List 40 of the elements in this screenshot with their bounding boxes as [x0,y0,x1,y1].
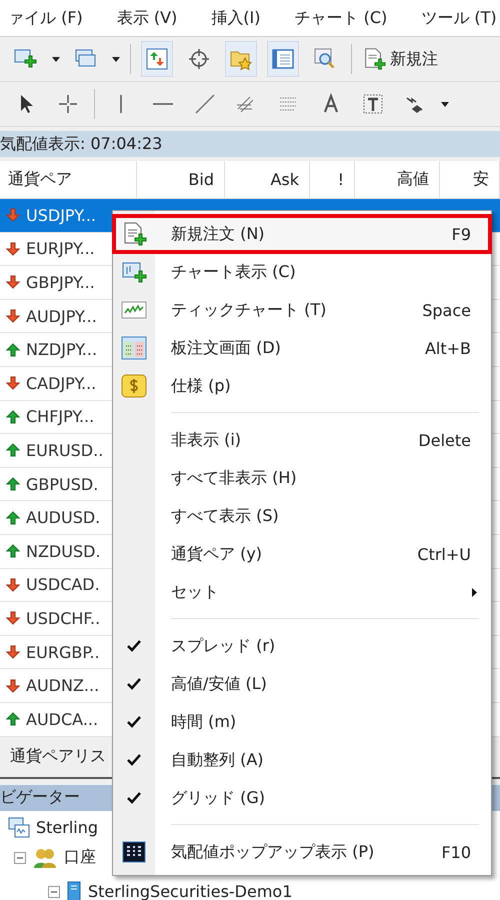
shortcut-text: Ctrl+U [417,544,471,564]
symbol-text: AUDJPY... [26,306,97,326]
symbol-text: USDCHF.. [26,608,100,628]
shortcut-text: Delete [418,430,471,450]
menu-label: セット [171,582,220,602]
symbol-text: EURGBP.. [26,642,100,662]
symbol-text: AUDCA... [26,710,98,729]
symbol-text: NZDJPY... [26,340,98,360]
menu-label: 新規注文 (N) [171,224,266,244]
symbol-text: CHFJPY... [26,407,94,426]
menu-label: 非表示 (i) [171,430,242,450]
symbol-text: GBPUSD. [26,474,98,494]
symbol-text: USDCAD. [26,575,100,594]
menu-label: スプレッド (r) [171,636,276,656]
menu-label: チャート表示 (C) [171,262,297,282]
menu-label: 自動整列 (A) [171,750,265,770]
menu-label: 時間 (m) [171,712,238,732]
symbol-text: NZDUSD. [26,542,101,561]
menu-label: 仕様 (p) [171,376,232,396]
symbol-text: EURJPY... [26,239,95,258]
panel-title: 気配値表示: 07:04:23 [0,134,162,154]
symbol-text: AUDNZ... [26,676,100,696]
shortcut-text: F9 [452,224,471,244]
menu-label: すべて非表示 (H) [171,468,298,488]
symbol-text: CADJPY... [26,374,96,393]
shortcut-text: Space [422,300,471,320]
menu-label: 板注文画面 (D) [171,338,282,358]
menu-label: 気配値ポップアップ表示 (P) [171,842,376,862]
menu-label: 通貨ペア (y) [171,544,264,564]
symbol-text: AUDUSD. [26,508,100,528]
panel-title: ビゲーター [0,787,80,808]
menu-label: すべて表示 (S) [171,506,280,526]
menu-label: グリッド (G) [171,788,266,808]
symbol-text: EURUSD.. [26,440,104,460]
shortcut-text: F10 [441,842,471,862]
symbol-text: USDJPY... [26,206,96,225]
menu-label: ティックチャート (T) [171,300,328,320]
symbol-text: GBPJPY... [26,272,95,292]
menu-label: 高値/安値 (L) [171,674,268,694]
shortcut-text: Alt+B [424,338,471,358]
